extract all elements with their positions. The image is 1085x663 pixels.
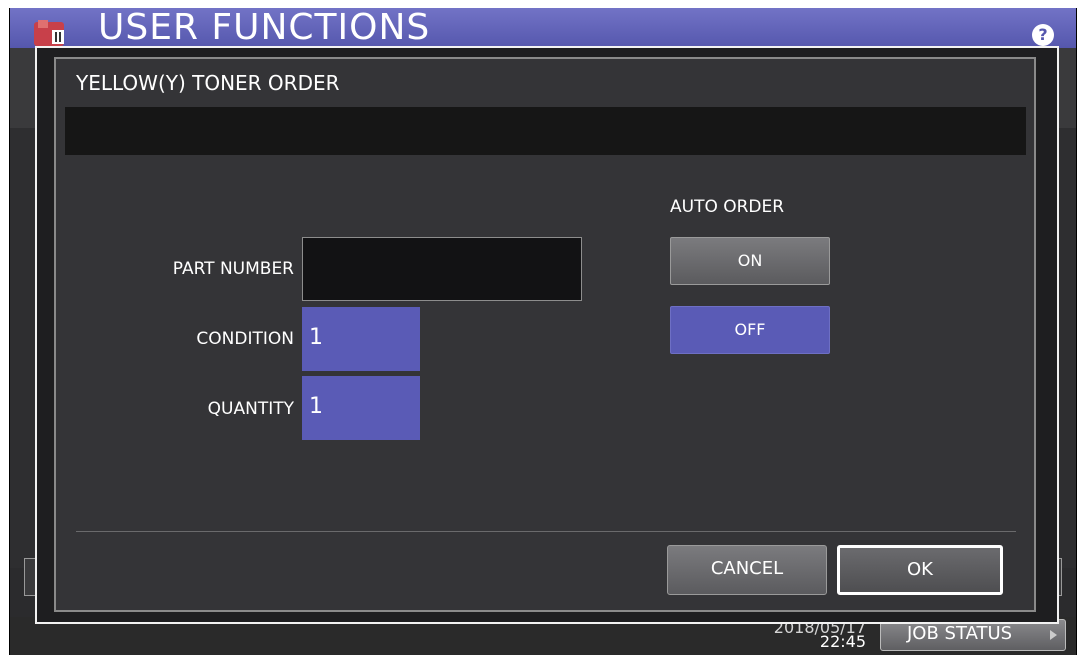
quantity-field[interactable]: 1 xyxy=(302,376,420,440)
part-number-label: PART NUMBER xyxy=(172,259,294,279)
auto-order-off-button[interactable]: OFF xyxy=(670,306,830,354)
divider xyxy=(76,531,1016,532)
quantity-label: QUANTITY xyxy=(207,399,294,419)
condition-field[interactable]: 1 xyxy=(302,307,420,371)
message-area xyxy=(65,107,1026,155)
time-text: 22:45 xyxy=(819,632,866,651)
title-bar: USER FUNCTIONS ? xyxy=(10,8,1076,48)
auto-order-on-button[interactable]: ON xyxy=(670,237,830,285)
condition-label: CONDITION xyxy=(196,329,294,349)
date-time: 2018/05/17 22:45 xyxy=(774,620,866,651)
cancel-button[interactable]: CANCEL xyxy=(667,545,827,595)
help-icon[interactable]: ? xyxy=(1032,24,1054,46)
app-title: USER FUNCTIONS xyxy=(98,8,431,48)
user-functions-icon xyxy=(34,20,64,46)
play-arrow-icon xyxy=(1050,630,1057,640)
part-number-field[interactable] xyxy=(302,237,582,301)
toner-order-dialog: YELLOW(Y) TONER ORDER PART NUMBER CONDIT… xyxy=(54,57,1036,612)
auto-order-label: AUTO ORDER xyxy=(670,197,785,217)
dialog-title: YELLOW(Y) TONER ORDER xyxy=(76,71,340,95)
ok-button[interactable]: OK xyxy=(837,545,1003,595)
job-status-label: JOB STATUS xyxy=(907,623,1013,644)
